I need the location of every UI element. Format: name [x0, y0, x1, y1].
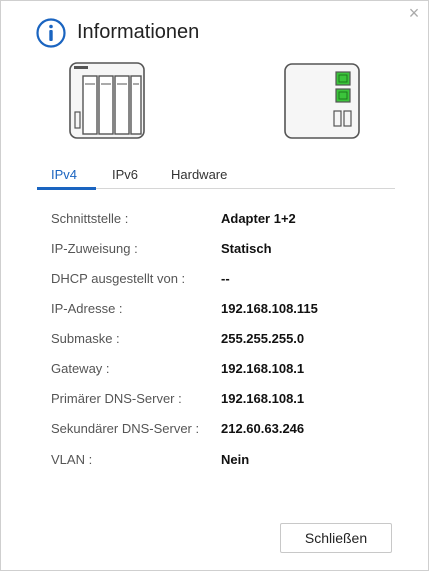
info-value: Statisch: [221, 241, 272, 256]
info-label: Primärer DNS-Server :: [51, 391, 182, 406]
info-row-primary-dns: Primärer DNS-Server : 192.168.108.1: [51, 391, 411, 411]
close-icon[interactable]: ×: [406, 4, 422, 22]
info-value: 255.255.255.0: [221, 331, 305, 346]
tab-hardware-label: Hardware: [171, 167, 228, 182]
tab-bar: IPv4 IPv6 Hardware: [37, 161, 395, 190]
info-dialog: × Informationen IPv4 IPv6 Hardware Schni…: [0, 0, 429, 571]
info-value: 192.168.108.1: [221, 391, 305, 406]
info-row-ip-assignment: IP-Zuweisung : Statisch: [51, 241, 411, 261]
info-row-ip-address: IP-Adresse : 192.168.108.115: [51, 301, 411, 321]
info-label: VLAN :: [51, 452, 93, 467]
info-label: IP-Zuweisung :: [51, 241, 138, 256]
info-label: Submaske :: [51, 331, 120, 346]
tab-ipv6[interactable]: IPv6: [112, 167, 138, 182]
dialog-title: Informationen: [77, 21, 200, 43]
tab-ipv6-label: IPv6: [112, 167, 139, 182]
info-label: Gateway :: [51, 361, 110, 376]
info-row-secondary-dns: Sekundärer DNS-Server : 212.60.63.246: [51, 421, 411, 441]
info-label: Sekundärer DNS-Server :: [51, 421, 200, 436]
info-label: Schnittstelle :: [51, 211, 129, 226]
info-value: 192.168.108.115: [221, 301, 318, 316]
info-value: --: [221, 271, 230, 286]
tab-ipv4-label: IPv4: [51, 167, 78, 182]
info-row-vlan: VLAN : Nein: [51, 452, 411, 472]
info-value: 212.60.63.246: [221, 421, 305, 436]
info-row-gateway: Gateway : 192.168.108.1: [51, 361, 411, 381]
info-value: 192.168.108.1: [221, 361, 305, 376]
nas-rear-view: [284, 63, 360, 139]
active-tab-indicator: [37, 187, 96, 190]
info-row-interface: Schnittstelle : Adapter 1+2: [51, 211, 411, 231]
info-label: IP-Adresse :: [51, 301, 123, 316]
tab-ipv4[interactable]: IPv4: [51, 167, 77, 182]
info-row-subnet-mask: Submaske : 255.255.255.0: [51, 331, 411, 351]
tab-hardware[interactable]: Hardware: [171, 167, 227, 182]
info-label: DHCP ausgestellt von :: [51, 271, 186, 286]
info-value: Adapter 1+2: [221, 211, 296, 226]
info-icon: [36, 18, 66, 48]
close-button[interactable]: Schließen: [280, 523, 392, 553]
nas-front-view: [69, 62, 145, 139]
info-value: Nein: [221, 452, 250, 467]
info-row-dhcp: DHCP ausgestellt von : --: [51, 271, 411, 291]
